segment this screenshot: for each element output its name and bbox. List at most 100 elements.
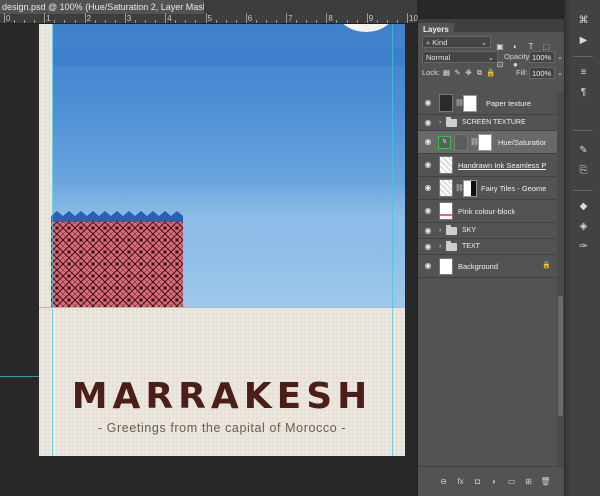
layer-thumbnail[interactable]	[439, 179, 453, 197]
fx-icon[interactable]: fx	[455, 476, 466, 487]
dock-separator	[573, 130, 593, 131]
artboard[interactable]: MARRAKESH - Greetings from the capital o…	[39, 24, 405, 456]
layer-row[interactable]: ◉ › SCREEN TEXTURE	[418, 115, 557, 131]
lock-label: Lock:	[422, 68, 440, 77]
eye-visibility-icon[interactable]: ◉	[422, 242, 434, 252]
ruler-tick	[407, 13, 408, 23]
ruler-tick	[245, 13, 247, 23]
canvas-workspace[interactable]: MARRAKESH - Greetings from the capital o…	[0, 24, 417, 496]
brush-settings-icon[interactable]: ✎	[577, 144, 590, 157]
folder-icon	[446, 116, 457, 127]
layer-mask-thumbnail[interactable]	[478, 134, 492, 151]
ruler-tick	[366, 13, 368, 23]
dock-grip[interactable]	[565, 0, 569, 496]
layer-row[interactable]: ◉ Background 🔒	[418, 255, 557, 278]
horizontal-ruler[interactable]: 0 1 2 3 4 5 6 7 8 9 10	[0, 13, 439, 24]
ruler-tick	[255, 20, 257, 23]
layer-name: Hue/Saturation 2	[498, 137, 546, 147]
layer-row[interactable]: ◉ Handrawn Ink Seamless Pat...	[418, 154, 557, 177]
adjustment-layer-icon[interactable]: ◐	[489, 476, 500, 487]
ruler-tick	[215, 20, 217, 23]
chevron-right-icon[interactable]: ›	[439, 118, 441, 128]
scrollbar-thumb[interactable]	[558, 296, 563, 416]
guide-horizontal-outer[interactable]	[0, 376, 39, 377]
opacity-field[interactable]: 100%	[529, 51, 555, 63]
history-icon[interactable]: ⌘	[577, 14, 590, 27]
fill-value: 100%	[532, 69, 552, 78]
ruler-tick	[316, 20, 318, 23]
delete-layer-icon[interactable]: 🗑	[540, 476, 551, 487]
ruler-label: 1	[46, 14, 51, 23]
layers-panel: Layers ⌕ Kind ⌄ ▣ ◐ T ⬚ ⊡ ● Normal ⌄ Opaci…	[417, 19, 565, 496]
lock-image-icon[interactable]: ✎	[453, 68, 462, 78]
add-mask-icon[interactable]: ◘	[472, 476, 483, 487]
ruler-tick	[104, 20, 106, 23]
kind-filter-select[interactable]: ⌕ Kind ⌄	[422, 36, 491, 48]
eye-visibility-icon[interactable]: ◉	[422, 206, 434, 216]
new-group-icon[interactable]: ▭	[506, 476, 517, 487]
paths-icon[interactable]: ✑	[577, 240, 590, 253]
dock-separator	[573, 190, 593, 191]
ruler-tick	[175, 20, 177, 23]
layer-thumbnail[interactable]	[439, 156, 453, 174]
layer-row[interactable]: ◉ › TEXT	[418, 239, 557, 255]
ruler-tick	[145, 20, 147, 23]
moon-shape	[338, 24, 394, 32]
layer-thumbnail[interactable]	[439, 202, 453, 220]
ruler-tick	[94, 20, 96, 23]
ruler-label: 6	[247, 14, 253, 23]
lock-icons: ▦ ✎ ✥ ⧉ 🔒	[442, 67, 497, 79]
ruler-tick	[386, 20, 388, 23]
layers-dock-icon[interactable]: ◆	[577, 200, 590, 213]
layer-thumbnail[interactable]	[439, 258, 453, 275]
chevron-right-icon[interactable]: ›	[439, 242, 441, 252]
play-actions-icon[interactable]: ▶	[577, 34, 590, 47]
fill-field[interactable]: 100%	[529, 67, 555, 79]
layer-row[interactable]: ◉ ⛓ Paper texture	[418, 92, 557, 115]
eye-visibility-icon[interactable]: ◉	[422, 98, 434, 108]
ruler-tick	[235, 20, 237, 23]
layer-name: SKY	[462, 227, 477, 234]
eye-visibility-icon[interactable]: ◉	[422, 137, 434, 147]
layers-footer: ⊖ fx ◘ ◐ ▭ ⊞ 🗑	[418, 466, 565, 496]
ruler-tick	[74, 20, 76, 23]
opacity-dropdown-icon[interactable]: ⌄	[557, 51, 563, 63]
layer-row[interactable]: ◉⛓Fairy Tiles - Geomet...	[418, 177, 557, 200]
ruler-label: 0	[6, 14, 11, 23]
chevron-right-icon[interactable]: ›	[439, 226, 441, 236]
clone-source-icon[interactable]: ⎘	[577, 164, 590, 177]
paragraph-icon[interactable]: ¶	[577, 86, 590, 99]
adjust-icon[interactable]: ≡	[577, 66, 590, 79]
ruler-tick	[155, 20, 157, 23]
panel-tab-bar: Layers	[418, 19, 564, 36]
lock-all-icon[interactable]: 🔒	[486, 68, 495, 78]
eye-visibility-icon[interactable]: ◉	[422, 160, 434, 170]
ruler-label: 5	[207, 14, 212, 23]
layer-mask-thumbnail[interactable]	[463, 180, 477, 197]
document-tab[interactable]: design.psd @ 100% (Hue/Saturation 2, Lay…	[0, 0, 205, 14]
poster-title: MARRAKESH	[71, 376, 373, 417]
layer-mask-thumbnail[interactable]	[463, 95, 477, 112]
new-layer-icon[interactable]: ⊞	[523, 476, 534, 487]
eye-visibility-icon[interactable]: ◉	[422, 118, 434, 128]
lock-transparent-icon[interactable]: ▦	[442, 68, 451, 78]
layer-thumbnail[interactable]	[439, 94, 453, 112]
blend-mode-select[interactable]: Normal ⌄	[422, 51, 498, 63]
eye-visibility-icon[interactable]: ◉	[422, 261, 434, 271]
layer-row[interactable]: ◉ › SKY	[418, 223, 557, 239]
ruler-tick	[336, 20, 338, 23]
eye-visibility-icon[interactable]: ◉	[422, 226, 434, 236]
channels-icon[interactable]: ◈	[577, 220, 590, 233]
lock-artboard-icon[interactable]: ⧉	[475, 68, 484, 78]
clipping-indicator-icon: ↯	[438, 136, 451, 149]
guide-horizontal[interactable]	[39, 307, 405, 308]
link-layers-icon[interactable]: ⊖	[438, 476, 449, 487]
lock-position-icon[interactable]: ✥	[464, 68, 473, 78]
eye-visibility-icon[interactable]: ◉	[422, 183, 434, 193]
ruler-label: 4	[167, 14, 172, 23]
ruler-label: 9	[368, 14, 374, 23]
ruler-tick	[134, 20, 136, 23]
layer-row[interactable]: ◉ Pink colour-block	[418, 200, 557, 223]
fill-dropdown-icon[interactable]: ⌄	[557, 67, 563, 79]
layer-row[interactable]: ◉↯⛓Hue/Saturation 2	[418, 131, 557, 154]
